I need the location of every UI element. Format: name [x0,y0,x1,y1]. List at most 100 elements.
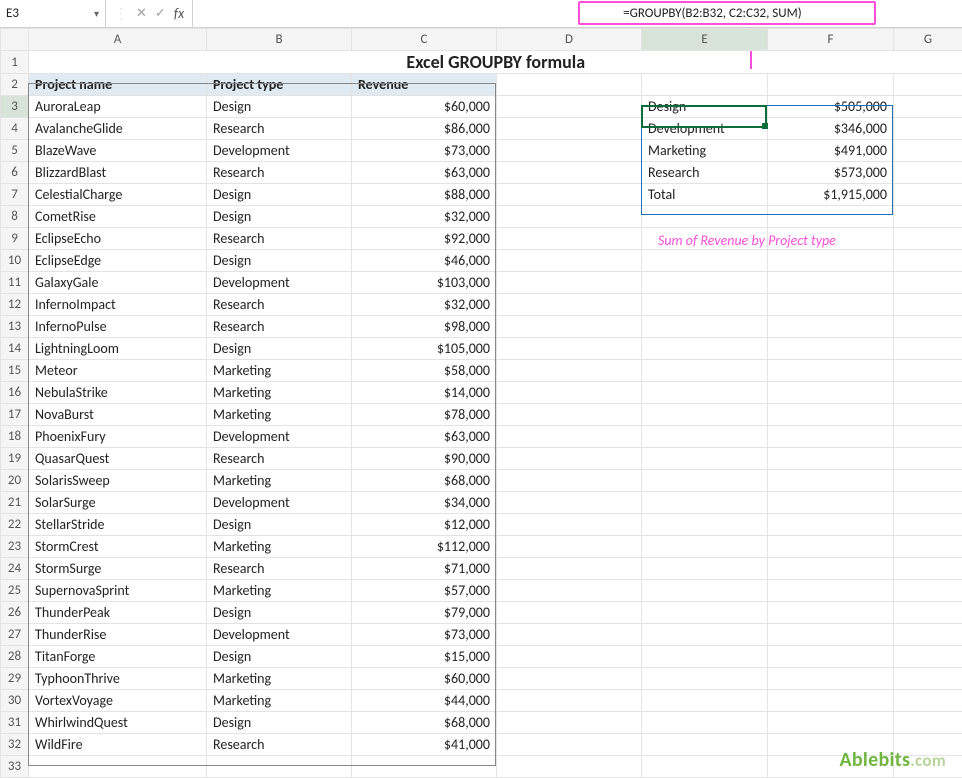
cell[interactable]: Project type [207,74,352,96]
cell[interactable]: $68,000 [352,712,497,734]
col-header[interactable]: F [768,29,894,51]
cell[interactable] [894,426,962,448]
cell[interactable] [894,602,962,624]
row-header[interactable]: 21 [1,492,29,514]
cell[interactable]: Research [207,734,352,756]
cell[interactable] [497,228,642,250]
cell[interactable] [497,602,642,624]
cell[interactable]: EclipseEdge [29,250,207,272]
cell[interactable]: Design [207,206,352,228]
cell[interactable] [768,624,894,646]
cell[interactable]: $12,000 [352,514,497,536]
cell[interactable]: EclipseEcho [29,228,207,250]
cell[interactable] [894,272,962,294]
cell[interactable] [894,382,962,404]
cell[interactable] [768,470,894,492]
cell[interactable] [642,646,768,668]
cell[interactable]: NovaBurst [29,404,207,426]
row-header[interactable]: 30 [1,690,29,712]
cell[interactable]: $98,000 [352,316,497,338]
cell[interactable] [894,448,962,470]
worksheet[interactable]: A B C D E F G 1Excel GROUPBY formula2Pro… [0,28,962,778]
cell[interactable]: $346,000 [768,118,894,140]
cell[interactable] [894,624,962,646]
cell[interactable] [894,668,962,690]
cell[interactable]: InfernoImpact [29,294,207,316]
cell[interactable] [768,558,894,580]
row-header[interactable]: 28 [1,646,29,668]
cell[interactable]: Research [207,228,352,250]
spreadsheet-grid[interactable]: A B C D E F G 1Excel GROUPBY formula2Pro… [0,28,962,778]
cell[interactable]: $491,000 [768,140,894,162]
cell[interactable]: $68,000 [352,470,497,492]
cell[interactable] [29,756,207,778]
row-header[interactable]: 3 [1,96,29,118]
cell[interactable]: $57,000 [352,580,497,602]
cell[interactable]: $60,000 [352,668,497,690]
row-header[interactable]: 11 [1,272,29,294]
cell[interactable] [768,690,894,712]
cell[interactable] [768,360,894,382]
cell[interactable] [768,294,894,316]
row-header[interactable]: 22 [1,514,29,536]
cell[interactable] [642,448,768,470]
cell[interactable] [768,536,894,558]
cell[interactable] [768,712,894,734]
cell[interactable] [894,646,962,668]
col-header[interactable]: E [642,29,768,51]
cell[interactable] [768,74,894,96]
cell[interactable]: $44,000 [352,690,497,712]
cell[interactable] [642,272,768,294]
cell[interactable] [497,74,642,96]
cell[interactable] [642,316,768,338]
cell[interactable]: BlazeWave [29,140,207,162]
cell[interactable] [497,646,642,668]
cell[interactable]: AuroraLeap [29,96,207,118]
cell[interactable] [497,514,642,536]
cell[interactable] [768,272,894,294]
col-header[interactable]: B [207,29,352,51]
cell[interactable]: WhirlwindQuest [29,712,207,734]
row-header[interactable]: 14 [1,338,29,360]
cell[interactable] [352,756,497,778]
cell[interactable] [497,360,642,382]
cell[interactable]: Research [207,558,352,580]
cell[interactable] [894,712,962,734]
row-header[interactable]: 10 [1,250,29,272]
cell[interactable]: Design [207,712,352,734]
cell[interactable]: Marketing [642,140,768,162]
cell[interactable] [768,250,894,272]
cell[interactable]: StellarStride [29,514,207,536]
cell[interactable] [894,690,962,712]
cell[interactable]: Design [207,250,352,272]
cell[interactable] [497,206,642,228]
cell[interactable]: $14,000 [352,382,497,404]
cell[interactable]: $73,000 [352,624,497,646]
cell[interactable]: $90,000 [352,448,497,470]
cell[interactable] [497,382,642,404]
cell[interactable] [642,712,768,734]
cell[interactable]: QuasarQuest [29,448,207,470]
cell[interactable] [497,690,642,712]
row-header[interactable]: 19 [1,448,29,470]
cell[interactable]: Revenue [352,74,497,96]
cell[interactable] [642,74,768,96]
cell[interactable] [642,514,768,536]
cell[interactable]: Design [207,602,352,624]
row-header[interactable]: 26 [1,602,29,624]
cell[interactable]: $86,000 [352,118,497,140]
cell[interactable] [497,294,642,316]
cell[interactable] [642,602,768,624]
cell[interactable]: $73,000 [352,140,497,162]
cell[interactable]: GalaxyGale [29,272,207,294]
cell[interactable]: Design [642,96,768,118]
cell[interactable] [497,492,642,514]
cell[interactable] [642,360,768,382]
cell[interactable]: $41,000 [352,734,497,756]
cell[interactable]: StormSurge [29,558,207,580]
cell[interactable]: Research [207,118,352,140]
cell[interactable]: Marketing [207,668,352,690]
row-header[interactable]: 33 [1,756,29,778]
cell[interactable]: Marketing [207,470,352,492]
row-header[interactable]: 23 [1,536,29,558]
